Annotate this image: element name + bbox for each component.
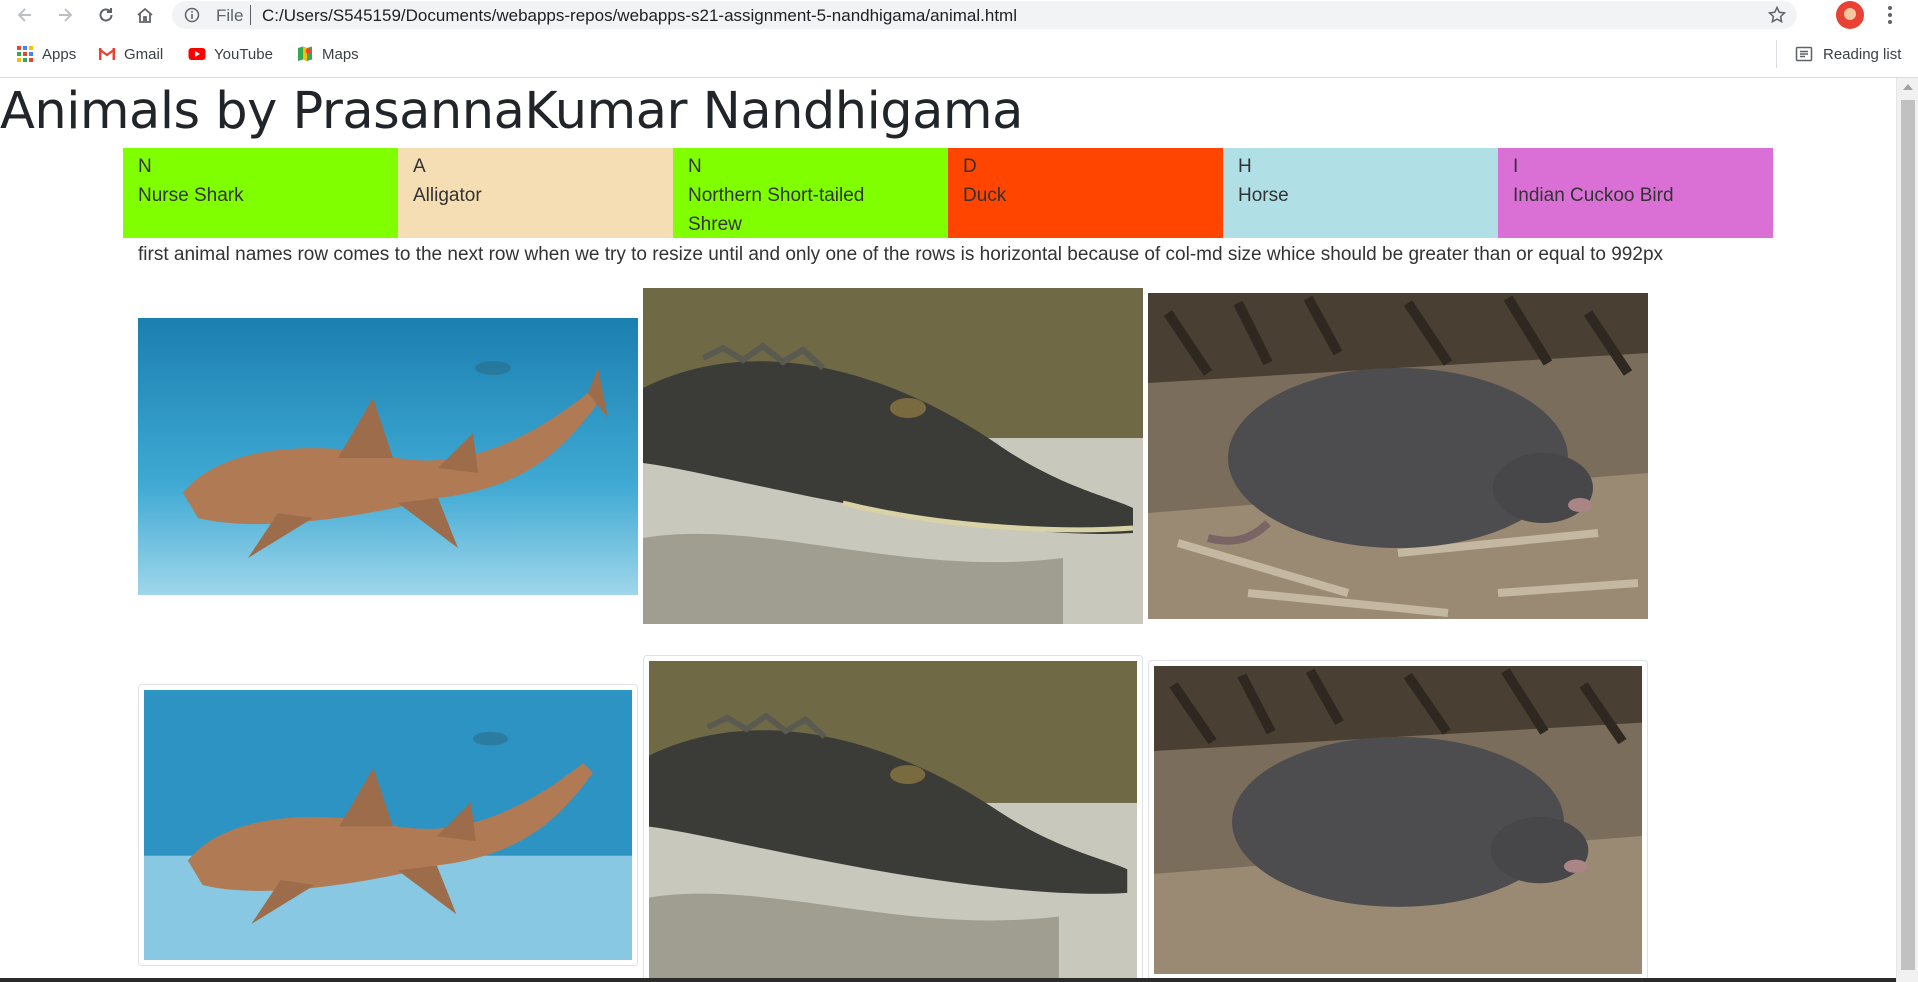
profile-avatar[interactable] — [1836, 1, 1864, 29]
forward-arrow-icon — [59, 8, 73, 22]
browser-menu-icon[interactable] — [1880, 3, 1900, 27]
animal-letter: A — [413, 156, 426, 177]
home-button[interactable] — [132, 2, 158, 28]
animal-name: Indian Cuckoo Bird — [1513, 185, 1674, 206]
animal-name: Duck — [963, 185, 1007, 206]
bookmark-gmail[interactable]: Gmail — [98, 44, 163, 64]
youtube-icon — [188, 48, 206, 60]
nurse-shark-image — [138, 318, 638, 595]
maps-icon — [298, 46, 312, 61]
back-button[interactable] — [12, 2, 38, 28]
browser-chrome: File C:/Users/S545159/Documents/webapps-… — [0, 0, 1918, 78]
vertical-scrollbar[interactable] — [1896, 78, 1918, 982]
alligator-thumbnail — [643, 655, 1143, 982]
back-arrow-icon — [17, 8, 31, 22]
gmail-icon — [98, 48, 116, 60]
reload-button[interactable] — [93, 2, 119, 28]
bookmark-apps[interactable]: Apps — [16, 44, 76, 64]
alligator-image — [643, 288, 1143, 624]
scroll-up-arrow-icon[interactable] — [1903, 84, 1913, 90]
nurse-shark-thumbnail — [138, 684, 638, 966]
animal-cell-alligator: A Alligator — [398, 148, 673, 238]
bookmarks-bar: Apps Gmail YouTube Maps Reading list — [0, 40, 1918, 68]
animal-letter: I — [1513, 156, 1519, 177]
url-separator — [250, 5, 251, 25]
reading-list-icon — [1795, 46, 1813, 62]
bookmark-label: Apps — [42, 45, 77, 63]
animal-name: Northern Short-tailed Shrew — [688, 185, 865, 235]
animal-names-row: N Nurse Shark A Alligator N Northern Sho… — [123, 148, 1773, 238]
animal-cell-shrew: N Northern Short-tailed Shrew — [673, 148, 948, 238]
url-scheme: File — [216, 6, 244, 25]
animal-cell-horse: H Horse — [1223, 148, 1498, 238]
animal-cell-duck: D Duck — [948, 148, 1223, 238]
home-icon — [137, 7, 153, 23]
animal-name: Alligator — [413, 185, 482, 206]
bookmark-star-icon[interactable] — [1767, 5, 1787, 25]
reload-icon — [99, 8, 113, 22]
bookmark-youtube[interactable]: YouTube — [188, 44, 273, 64]
url-text[interactable]: C:/Users/S545159/Documents/webapps-repos… — [262, 6, 1017, 26]
bookmark-label: Gmail — [124, 45, 164, 63]
animal-letter: H — [1238, 156, 1252, 177]
page-title: Animals by PrasannaKumar Nandhigama — [0, 82, 1023, 141]
page-content: Animals by PrasannaKumar Nandhigama N Nu… — [0, 78, 1896, 982]
shrew-thumbnail — [1148, 660, 1648, 980]
forward-button[interactable] — [52, 2, 78, 28]
reading-list-label: Reading list — [1823, 45, 1902, 63]
animal-letter: N — [688, 156, 702, 177]
scrollbar-thumb[interactable] — [1901, 100, 1915, 970]
bookmark-label: Maps — [322, 45, 359, 63]
animal-letter: N — [138, 156, 152, 177]
reading-list-button[interactable]: Reading list — [1776, 40, 1901, 68]
layout-note: first animal names row comes to the next… — [138, 244, 1664, 265]
nurse-shark-image — [144, 690, 632, 960]
animal-cell-nurse-shark: N Nurse Shark — [123, 148, 398, 238]
shrew-image — [1148, 293, 1648, 619]
info-icon[interactable] — [184, 7, 200, 23]
alligator-image — [649, 661, 1137, 979]
shrew-image — [1154, 666, 1642, 974]
apps-grid-icon — [17, 46, 33, 62]
animal-name: Nurse Shark — [138, 185, 244, 206]
navigation-bar: File C:/Users/S545159/Documents/webapps-… — [0, 0, 1918, 30]
animal-cell-indian-cuckoo: I Indian Cuckoo Bird — [1498, 148, 1773, 238]
bookmark-label: YouTube — [214, 45, 273, 63]
animal-name: Horse — [1238, 185, 1289, 206]
taskbar-edge — [0, 978, 1896, 982]
address-bar[interactable]: File C:/Users/S545159/Documents/webapps-… — [172, 1, 1797, 29]
bookmark-maps[interactable]: Maps — [296, 44, 359, 64]
animal-letter: D — [963, 156, 977, 177]
